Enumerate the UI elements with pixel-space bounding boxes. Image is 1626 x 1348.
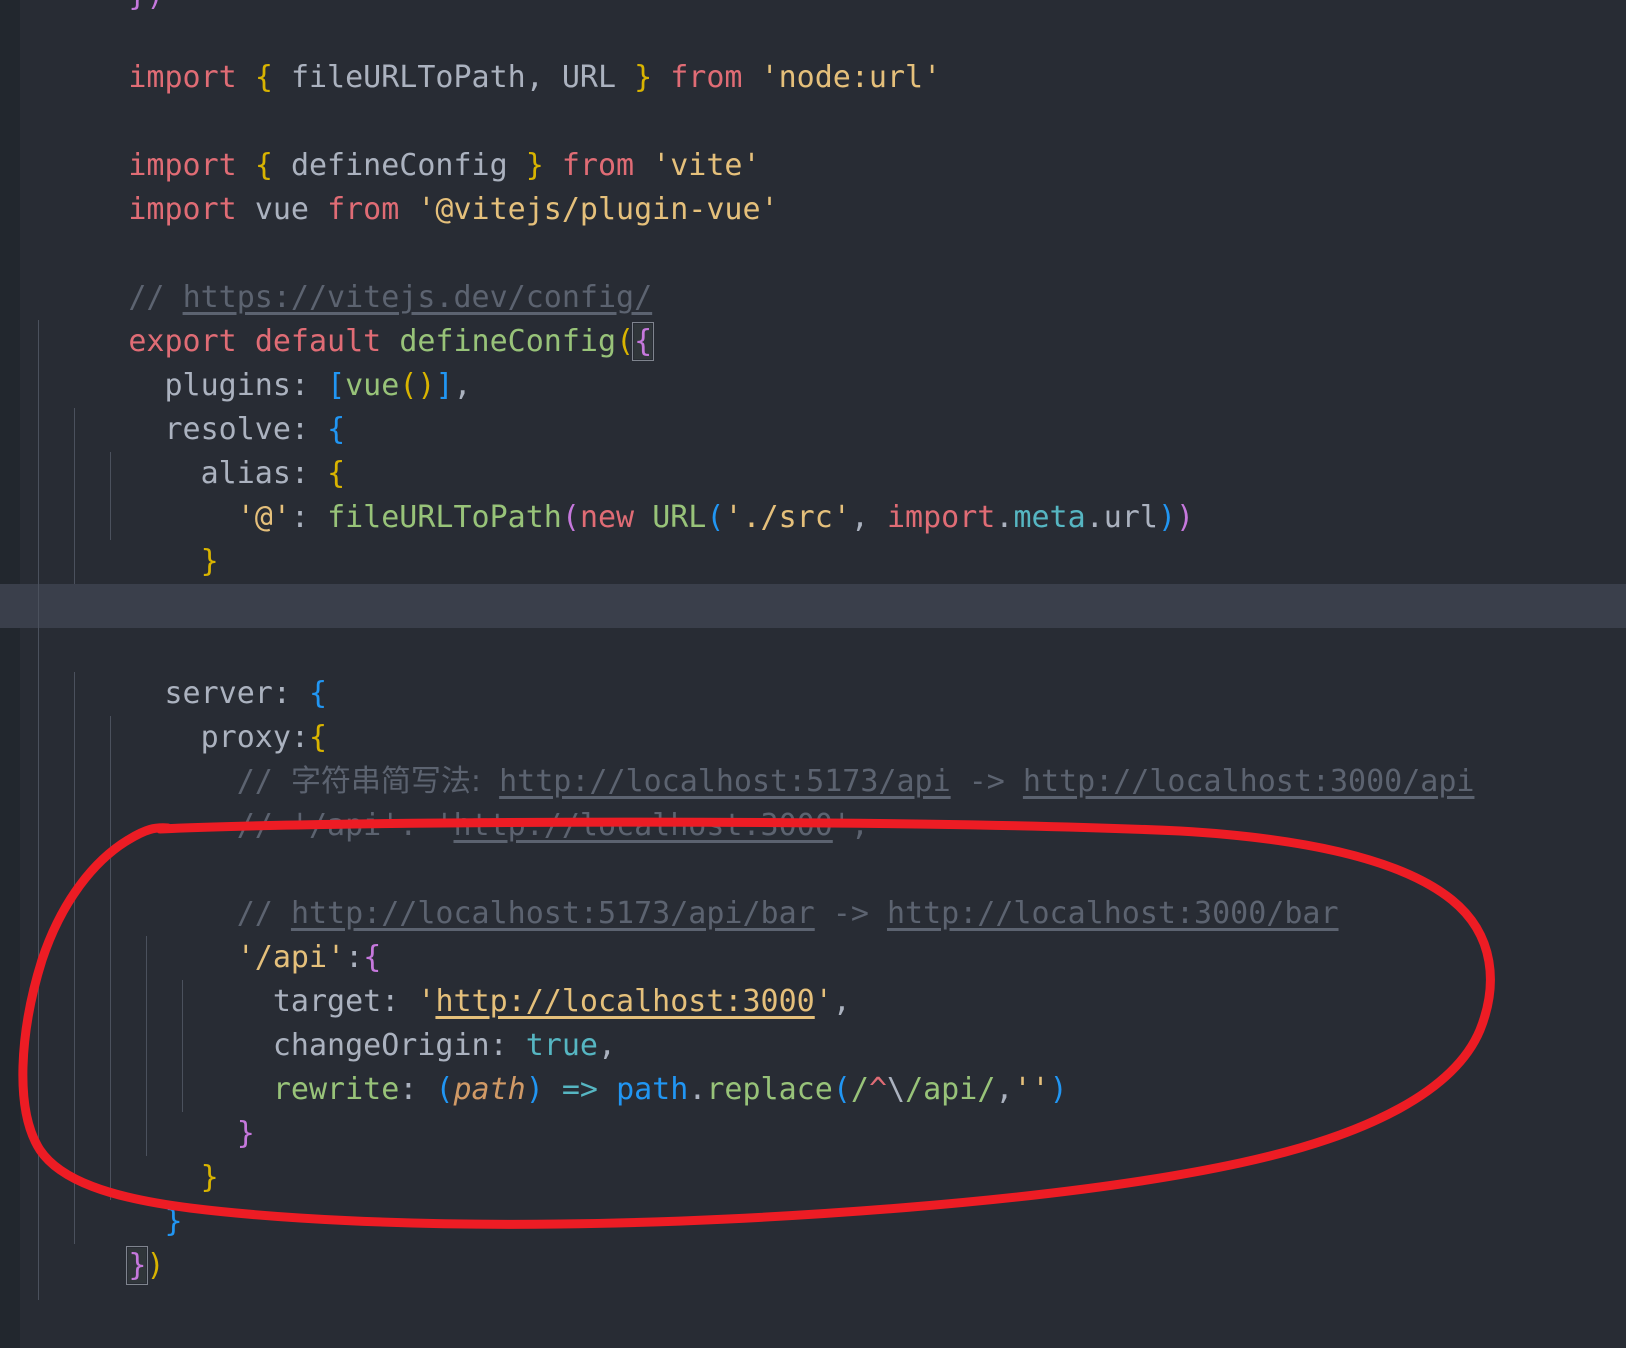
code-line-import-defineconfig[interactable]: import { defineConfig } from 'vite' [0,100,1626,183]
code-line-export-default[interactable]: export default defineConfig({ [0,276,1626,361]
code-line-alias[interactable]: alias: { [0,408,1626,491]
code-line-alias-at[interactable]: '@': fileURLToPath(new URL('./src', impo… [0,452,1626,535]
code-line-comment-shorthand-cn[interactable]: // 字符串简写法: http://localhost:5173/api -> … [0,716,1626,799]
code-line-comment-config-url[interactable]: // https://vitejs.dev/config/ [0,232,1626,315]
code-content[interactable]: }) import { fileURLToPath, URL } from 'n… [0,0,1626,1348]
code-line-target[interactable]: target: 'http://localhost:3000', [0,936,1626,1019]
code-line-close-alias[interactable]: } [0,496,1626,579]
indent-guide [74,672,75,1244]
indent-guide [74,408,75,584]
code-line-import-fileurltopath[interactable]: import { fileURLToPath, URL } from 'node… [0,12,1626,95]
code-line-close-api[interactable]: } [0,1068,1626,1151]
code-line-resolve[interactable]: resolve: { [0,364,1626,447]
code-line-close-proxy[interactable]: } [0,1112,1626,1195]
indent-guide [38,320,39,1300]
code-line-changeorigin[interactable]: changeOrigin: true, [0,980,1626,1063]
code-line-server[interactable]: server: { [0,628,1626,711]
code-line-proxy[interactable]: proxy:{ [0,672,1626,755]
code-line-blank[interactable] [0,804,1626,848]
code-line-selected-blank[interactable] [0,584,1626,628]
indent-guide [182,980,183,1112]
code-line-close-defineconfig[interactable]: }) [0,1200,1626,1285]
code-line-rewrite[interactable]: rewrite: (path) => path.replace(/^\/api/… [0,1024,1626,1107]
code-line-api-key[interactable]: '/api':{ [0,892,1626,975]
code-line-close-resolve[interactable]: }, [0,540,1626,623]
code-line-import-vue[interactable]: import vue from '@vitejs/plugin-vue' [0,144,1626,227]
indent-guide [110,452,111,540]
code-line-blank[interactable] [0,56,1626,100]
code-line-close-server[interactable]: } [0,1156,1626,1239]
indent-guide [146,936,147,1156]
code-line-plugins[interactable]: plugins: [vue()], [0,320,1626,403]
code-line-partial-top[interactable]: }) [0,0,1626,12]
code-line-comment-api-shorthand[interactable]: // '/api': 'http://localhost:3000', [0,760,1626,843]
code-line-blank[interactable] [0,188,1626,232]
code-editor[interactable]: }) import { fileURLToPath, URL } from 'n… [0,0,1626,1348]
code-line-comment-bar-rewrite[interactable]: // http://localhost:5173/api/bar -> http… [0,848,1626,931]
indent-guide [110,716,111,1200]
